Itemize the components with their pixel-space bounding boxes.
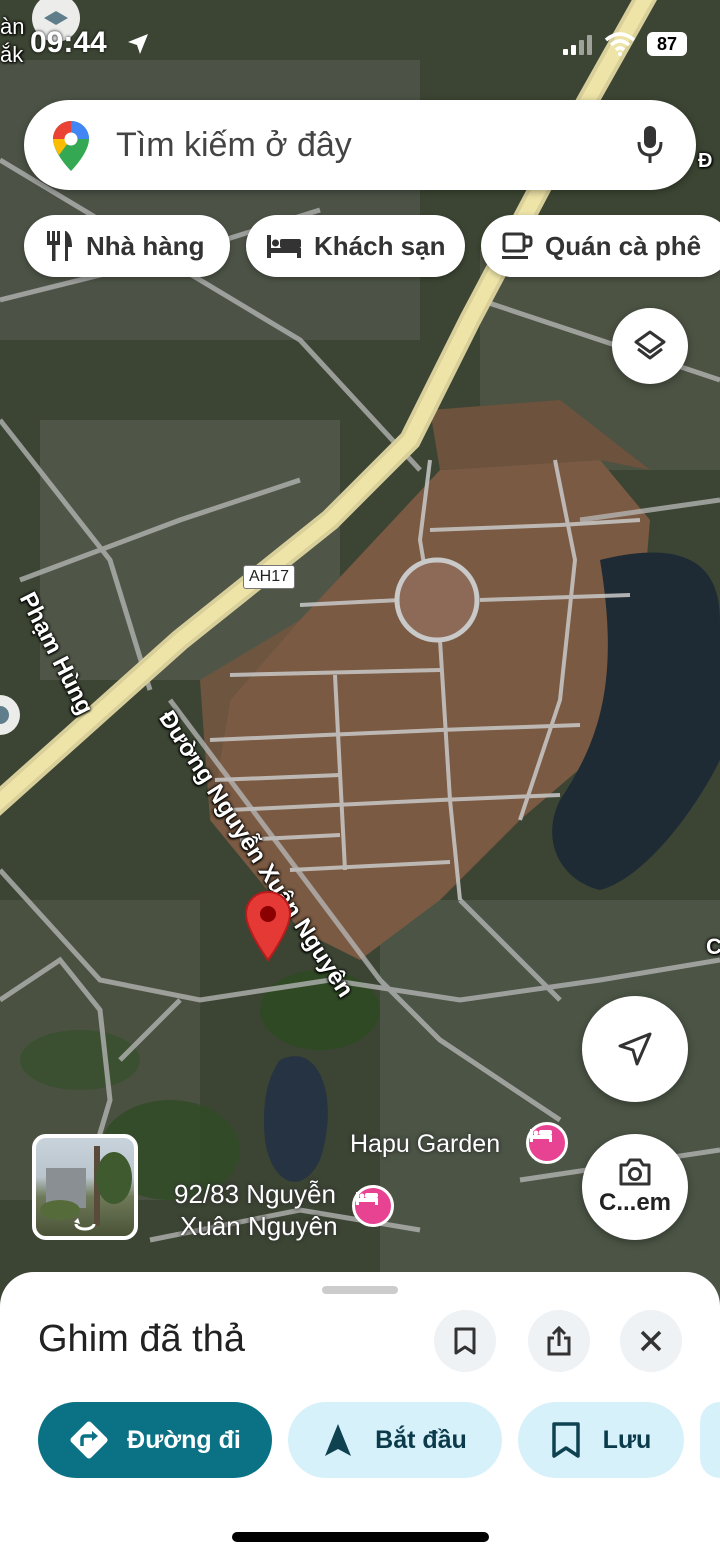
signal-icon — [563, 35, 592, 55]
bookmark-icon — [551, 1422, 580, 1458]
place-bottom-sheet[interactable]: Ghim đã thả Đường đi Bắt đầu Lưu — [0, 1272, 720, 1559]
chip-cafes-label: Quán cà phê — [545, 230, 702, 261]
start-button[interactable]: Bắt đầu — [288, 1402, 502, 1478]
search-placeholder[interactable]: Tìm kiếm ở đây — [116, 126, 352, 165]
hotel-marker-icon[interactable] — [526, 1122, 568, 1164]
highway-shield: AH17 — [243, 565, 296, 589]
status-bar: àn ắk 09:44 87 — [0, 0, 720, 90]
save-button[interactable]: Lưu — [518, 1402, 684, 1478]
close-icon — [640, 1330, 662, 1352]
poi-label-address-line1[interactable]: 92/83 Nguyễn — [174, 1178, 336, 1210]
more-actions-partial[interactable] — [700, 1402, 720, 1478]
layers-button[interactable] — [612, 308, 688, 384]
chip-restaurants-label: Nhà hàng — [86, 230, 205, 261]
fork-knife-icon — [47, 231, 72, 261]
location-arrow-icon — [128, 34, 148, 54]
close-button[interactable] — [620, 1310, 682, 1372]
camera-icon — [619, 1158, 651, 1186]
status-corner-text: ắk — [0, 42, 24, 67]
hotel-marker-icon[interactable] — [352, 1185, 394, 1227]
street-view-thumbnail[interactable] — [32, 1134, 138, 1240]
start-button-label: Bắt đầu — [375, 1425, 467, 1454]
chip-cafes[interactable]: Quán cà phê — [481, 215, 720, 277]
save-button-label: Lưu — [602, 1425, 652, 1454]
battery-indicator: 87 — [647, 32, 687, 56]
edge-label-right-mid: C — [706, 934, 720, 959]
directions-icon — [70, 1421, 108, 1459]
wifi-icon — [604, 32, 636, 56]
poi-label-address-line2[interactable]: Xuân Nguyên — [180, 1210, 338, 1242]
bed-icon — [267, 235, 301, 258]
search-bar[interactable]: Tìm kiếm ở đây — [24, 100, 696, 190]
poi-label-hapu-garden[interactable]: Hapu Garden — [350, 1128, 500, 1160]
layers-icon — [634, 330, 666, 360]
directions-button[interactable]: Đường đi — [38, 1402, 272, 1478]
sheet-title: Ghim đã thả — [38, 1318, 245, 1360]
microphone-icon[interactable] — [636, 124, 664, 166]
chip-hotels[interactable]: Khách sạn — [246, 215, 465, 277]
google-maps-pin-icon — [53, 121, 89, 171]
street-view-photo — [40, 1146, 132, 1231]
sheet-drag-handle[interactable] — [322, 1286, 398, 1294]
edge-label-right-top: Đ — [698, 150, 713, 172]
share-icon — [547, 1326, 571, 1356]
status-time: 09:44 — [30, 26, 107, 59]
navigation-start-icon — [325, 1424, 352, 1456]
navigation-arrow-icon — [618, 1032, 652, 1066]
chip-restaurants[interactable]: Nhà hàng — [24, 215, 230, 277]
camera-search-button[interactable]: C...em — [582, 1134, 688, 1240]
dropped-pin-icon[interactable] — [244, 890, 292, 962]
bookmark-icon — [454, 1327, 476, 1355]
my-location-button[interactable] — [582, 996, 688, 1102]
camera-button-label: C...em — [598, 1189, 672, 1216]
coffee-cup-icon — [502, 232, 533, 259]
chip-hotels-label: Khách sạn — [314, 230, 446, 261]
share-button[interactable] — [528, 1310, 590, 1372]
save-icon-button[interactable] — [434, 1310, 496, 1372]
home-indicator[interactable] — [232, 1532, 489, 1542]
status-corner-text: àn — [0, 14, 25, 39]
directions-button-label: Đường đi — [127, 1425, 241, 1454]
